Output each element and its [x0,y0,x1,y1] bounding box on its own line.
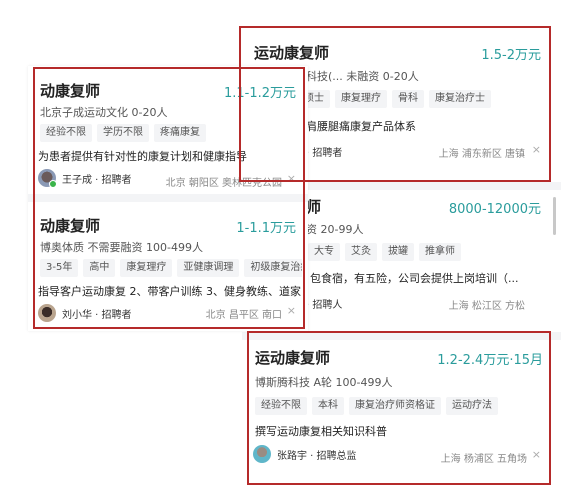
avatar [38,304,56,322]
avatar [38,169,57,188]
tag: 骨科 [392,90,424,108]
recruiter-label: 张路宇 · 招聘总监 [277,450,357,462]
card-divider [28,194,308,202]
company-info: 北京子成运动文化 0-20人 [40,106,168,119]
tag: 学历不限 [97,124,149,142]
job-title: 动康复师 [40,217,101,235]
recruiter-info: · 招聘者 [306,144,342,159]
job-description: 肩腰腿痛康复产品体系 [306,120,416,133]
job-title: 运动康复师 [254,44,330,62]
recruiter-label: · 招聘者 [306,148,343,159]
job-title: 动康复师 [40,82,101,100]
job-location: 北京 朝阳区 奥林匹克公园 [165,178,282,189]
tag: 高中 [83,259,116,277]
tag: 运动疗法 [446,397,498,415]
company-info: 科技(... 未融资 0-20人 [306,70,419,83]
job-location: 上海 浦东新区 唐镇 [438,149,525,160]
company-info: 博奥体质 不需要融资 100-499人 [40,241,203,254]
job-salary: 8000-12000元 [448,202,541,217]
job-description: 撰写运动康复相关知识科普 [255,425,387,438]
scrollbar[interactable] [553,197,556,235]
close-icon[interactable]: × [532,448,541,461]
recruiter-label: 王子成 · 招聘者 [62,174,132,186]
job-description: 包食宿，有五险，公司会提供上岗培训（... [310,272,519,285]
recruiter-label: 刘小华 · 招聘者 [62,309,132,321]
tag: 3-5年 [40,259,79,277]
close-icon[interactable]: × [287,304,296,317]
tag: 疼痛康复 [154,124,206,142]
tag: 大专 [308,243,340,261]
close-icon[interactable]: × [287,172,296,185]
job-salary: 1.5-2万元 [481,48,541,63]
tag: 初级康复治疗师 [244,259,302,277]
close-icon[interactable]: × [532,143,541,156]
online-status-icon [49,180,57,188]
tag: 亚健康调理 [177,259,240,277]
job-card-left-1[interactable]: 动康复师 1.1-1.2万元 北京子成运动文化 0-20人 经验不限 学历不限 … [34,70,302,195]
company-info: 资 20-99人 [306,223,364,236]
tag: 康复治疗师资格证 [349,397,441,415]
avatar [253,445,271,463]
job-salary: 1.2-2.4万元·15月 [437,353,543,368]
tag: 推拿师 [419,243,461,261]
tag-list: 经验不限 学历不限 疼痛康复 [40,124,206,142]
tag: 康复治疗士 [429,90,491,108]
recruiter-info: 张路宇 · 招聘总监 [253,445,357,463]
tag-list: 3-5年 高中 康复理疗 亚健康调理 初级康复治疗师 [40,259,302,277]
tag: 康复理疗 [335,90,387,108]
job-description: 为患者提供有针对性的康复计划和健康指导 [38,150,247,163]
tag: 本科 [312,397,344,415]
job-location: 上海 杨浦区 五角场 [440,454,527,465]
company-info: 博斯腾科技 A轮 100-499人 [255,376,393,389]
job-card-left-2[interactable]: 动康复师 1-1.1万元 博奥体质 不需要融资 100-499人 3-5年 高中… [34,205,302,327]
job-title: 运动康复师 [255,349,331,367]
recruiter-info: 刘小华 · 招聘者 [38,304,132,322]
tag: 康复理疗 [120,259,173,277]
recruiter-info: 王子成 · 招聘者 [38,169,132,188]
job-title: 师 [306,198,322,216]
tag: 经验不限 [40,124,92,142]
tag-list: 经验不限 本科 康复治疗师资格证 运动疗法 [255,397,498,415]
job-salary: 1-1.1万元 [236,221,296,236]
tag-list: 大专 艾灸 拔罐 推拿师 [308,243,461,261]
tag: 经验不限 [255,397,307,415]
recruiter-info: · 招聘人 [306,296,342,311]
job-card-right-3[interactable]: 运动康复师 1.2-2.4万元·15月 博斯腾科技 A轮 100-499人 经验… [249,333,549,483]
tag-list: 硕士 康复理疗 骨科 康复治疗士 [298,90,491,108]
job-location: 上海 松江区 方松 [448,301,525,312]
job-location: 北京 昌平区 南口 [205,310,282,321]
tag: 艾灸 [345,243,377,261]
job-salary: 1.1-1.2万元 [223,86,296,101]
tag: 拔罐 [382,243,414,261]
job-description: 指导客户运动康复 2、带客户训练 3、健身教练、道家... [38,285,302,298]
recruiter-label: · 招聘人 [306,300,343,311]
